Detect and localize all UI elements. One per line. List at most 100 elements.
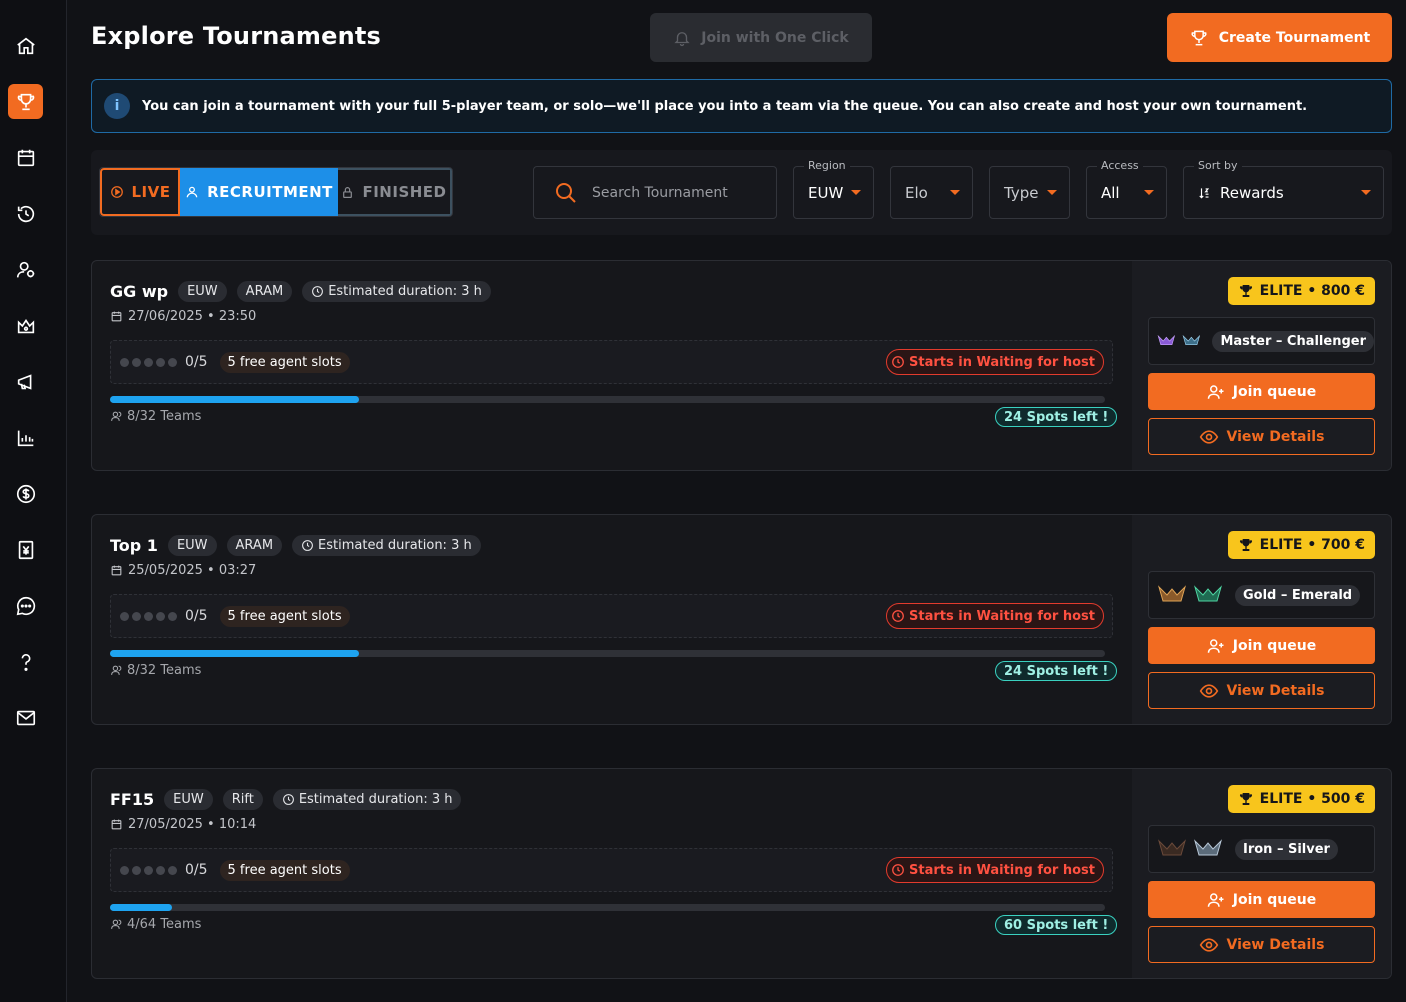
player-dot bbox=[120, 611, 129, 621]
rank-range-chip: Iron – Silver bbox=[1235, 838, 1338, 860]
access-value: All bbox=[1101, 183, 1120, 202]
sidebar-megaphone-icon[interactable] bbox=[8, 364, 43, 399]
view-details-button[interactable]: View Details bbox=[1148, 418, 1375, 455]
region-chip: EUW bbox=[167, 535, 217, 556]
tab-recruitment[interactable]: RECRUITMENT bbox=[180, 168, 338, 216]
sort-dropdown[interactable]: Sort by Rewards bbox=[1183, 159, 1384, 219]
tournament-card: GG wp EUW ARAM Estimated duration: 3 h 2… bbox=[91, 260, 1392, 471]
rank-emblem-high-icon bbox=[1193, 585, 1223, 602]
prize-text: ELITE • 800 € bbox=[1259, 283, 1365, 299]
duration-chip: Estimated duration: 3 h bbox=[302, 281, 491, 302]
join-queue-button[interactable]: Join queue bbox=[1148, 881, 1375, 918]
tab-live[interactable]: LIVE bbox=[100, 168, 180, 216]
join-queue-button[interactable]: Join queue bbox=[1148, 373, 1375, 410]
eye-icon bbox=[1199, 429, 1218, 444]
tab-finished-label: FINISHED bbox=[362, 183, 447, 201]
sidebar-mail-icon[interactable] bbox=[8, 700, 43, 735]
add-user-icon bbox=[1207, 892, 1224, 907]
clock-icon bbox=[302, 540, 313, 551]
date-row: 27/06/2025 • 23:50 bbox=[110, 309, 256, 324]
player-dot bbox=[144, 357, 153, 367]
trophy-icon bbox=[1191, 30, 1207, 45]
teams-count: 8/32 Teams bbox=[127, 663, 202, 678]
join-queue-button[interactable]: Join queue bbox=[1148, 627, 1375, 664]
player-dot bbox=[144, 611, 153, 621]
sidebar-home-icon[interactable] bbox=[8, 28, 43, 63]
sidebar-users-icon[interactable] bbox=[8, 252, 43, 287]
sidebar-help-icon[interactable] bbox=[8, 644, 43, 679]
status-text: Starts in Waiting for host bbox=[909, 354, 1095, 370]
trophy-icon bbox=[1239, 539, 1252, 551]
access-dropdown[interactable]: Access All bbox=[1086, 159, 1167, 219]
duration-text: Estimated duration: 3 h bbox=[328, 284, 482, 299]
mode-chip: Rift bbox=[222, 789, 263, 810]
elo-dropdown[interactable]: Elo bbox=[890, 166, 973, 219]
sidebar-history-icon[interactable] bbox=[8, 196, 43, 231]
sidebar-calendar-icon[interactable] bbox=[8, 140, 43, 175]
player-dot bbox=[156, 357, 165, 367]
create-tournament-button[interactable]: Create Tournament bbox=[1167, 13, 1392, 62]
tournament-date: 27/06/2025 • 23:50 bbox=[128, 309, 257, 324]
tournament-date: 25/05/2025 • 03:27 bbox=[128, 563, 257, 578]
player-dots bbox=[120, 357, 177, 367]
player-dots bbox=[120, 865, 177, 875]
status-text: Starts in Waiting for host bbox=[909, 608, 1095, 624]
filter-bar: LIVE RECRUITMENT FINISHED Search Tournam… bbox=[91, 150, 1392, 235]
sidebar-yen-icon[interactable] bbox=[8, 532, 43, 567]
elo-value: Elo bbox=[905, 183, 928, 202]
type-dropdown[interactable]: Type bbox=[989, 166, 1070, 219]
sidebar-chart-icon[interactable] bbox=[8, 420, 43, 455]
tab-recruitment-label: RECRUITMENT bbox=[207, 183, 333, 201]
search-input[interactable]: Search Tournament bbox=[533, 166, 777, 219]
player-dot bbox=[168, 865, 177, 875]
team-icon bbox=[111, 665, 122, 675]
teams-count: 4/64 Teams bbox=[127, 917, 202, 932]
join-one-click-button[interactable]: Join with One Click bbox=[650, 13, 872, 62]
player-count: 0/5 bbox=[185, 354, 208, 370]
tournament-name: FF15 bbox=[110, 790, 155, 809]
sidebar-trophy-icon[interactable] bbox=[8, 84, 43, 119]
duration-chip: Estimated duration: 3 h bbox=[292, 535, 481, 556]
free-slots-chip: 5 free agent slots bbox=[219, 859, 350, 881]
team-icon bbox=[111, 411, 122, 421]
trophy-icon bbox=[1239, 793, 1252, 805]
progress-fill bbox=[110, 904, 173, 911]
sort-legend: Sort by bbox=[1194, 159, 1242, 172]
free-slots-chip: 5 free agent slots bbox=[219, 351, 350, 373]
calendar-icon bbox=[111, 819, 122, 830]
view-details-button[interactable]: View Details bbox=[1148, 672, 1375, 709]
player-dots bbox=[120, 611, 177, 621]
region-legend: Region bbox=[804, 159, 850, 172]
team-icon bbox=[111, 919, 122, 929]
eye-icon bbox=[1199, 683, 1218, 698]
slots-box: 0/5 5 free agent slots Starts in Waiting… bbox=[110, 848, 1113, 892]
sidebar-chat-icon[interactable] bbox=[8, 588, 43, 623]
region-dropdown[interactable]: Region EUW bbox=[793, 159, 874, 219]
chevron-down-icon bbox=[950, 190, 960, 195]
tab-finished[interactable]: FINISHED bbox=[338, 168, 452, 216]
sort-value-wrap: Rewards bbox=[1198, 184, 1284, 202]
rank-range-chip: Gold – Emerald bbox=[1235, 584, 1361, 606]
play-circle-icon bbox=[110, 186, 123, 198]
sidebar-crown-icon[interactable] bbox=[8, 308, 43, 343]
status-text: Starts in Waiting for host bbox=[909, 862, 1095, 878]
card-side-panel: ELITE • 700 € Gold – Emerald Join queue … bbox=[1132, 515, 1391, 724]
duration-chip: Estimated duration: 3 h bbox=[272, 789, 462, 810]
view-details-label: View Details bbox=[1226, 428, 1325, 445]
slots-box: 0/5 5 free agent slots Starts in Waiting… bbox=[110, 594, 1113, 638]
progress-fill bbox=[110, 650, 359, 657]
calendar-icon bbox=[111, 311, 122, 322]
tournament-name: Top 1 bbox=[110, 536, 158, 555]
sidebar-dollar-icon[interactable] bbox=[8, 476, 43, 511]
view-details-button[interactable]: View Details bbox=[1148, 926, 1375, 963]
player-dot bbox=[120, 865, 129, 875]
prize-badge: ELITE • 800 € bbox=[1227, 277, 1375, 305]
rank-emblem-low-icon bbox=[1157, 839, 1187, 856]
rank-range-chip: Master – Challenger bbox=[1212, 330, 1374, 352]
main-content: Explore Tournaments Join with One Click … bbox=[67, 0, 1406, 1002]
date-row: 25/05/2025 • 03:27 bbox=[110, 563, 256, 578]
sort-icon bbox=[1199, 187, 1210, 198]
trophy-icon bbox=[1239, 285, 1252, 297]
teams-row: 8/32 Teams bbox=[110, 663, 201, 678]
app: Explore Tournaments Join with One Click … bbox=[0, 0, 1406, 1002]
